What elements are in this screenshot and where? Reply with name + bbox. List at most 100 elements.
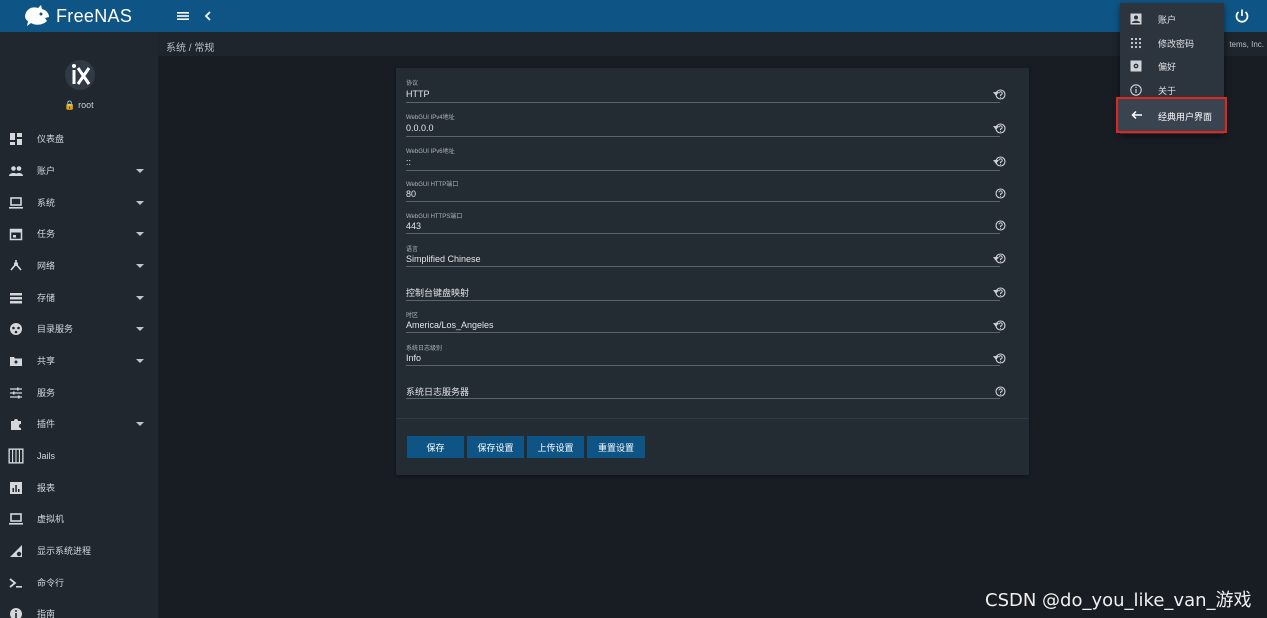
help-icon[interactable] bbox=[995, 188, 1006, 199]
dashboard-icon bbox=[10, 132, 22, 145]
upload-config-button[interactable]: 上传设置 bbox=[527, 436, 584, 458]
system-processes-icon bbox=[10, 544, 22, 557]
field-underline bbox=[406, 170, 1000, 171]
preferences-icon bbox=[1130, 60, 1142, 72]
collapse-sidebar-button[interactable] bbox=[198, 6, 218, 26]
breadcrumb-bar: 系统 / 常规 tems, Inc. bbox=[158, 32, 1267, 56]
freenas-logo-icon bbox=[25, 5, 49, 26]
help-icon[interactable] bbox=[995, 253, 1006, 264]
storage-icon bbox=[10, 292, 22, 303]
sidebar-item-network[interactable]: 网络 bbox=[0, 250, 158, 281]
copyright-text: tems, Inc. bbox=[1229, 40, 1264, 49]
menu-item-change-password[interactable]: 修改密码 bbox=[1120, 32, 1224, 54]
reporting-icon bbox=[10, 481, 22, 494]
console-keyboard-map-select[interactable]: 控制台键盘映射 bbox=[406, 276, 1000, 304]
webgui-https-port-input[interactable]: WebGUI HTTPS端口 443 bbox=[406, 209, 1000, 237]
field-value: :: bbox=[406, 157, 412, 167]
field-value: 443 bbox=[406, 221, 422, 231]
field-label: 语言 bbox=[406, 247, 419, 253]
field-underline bbox=[406, 398, 1000, 399]
sidebar-item-label: 报表 bbox=[37, 483, 56, 493]
field-underline bbox=[406, 102, 1000, 103]
sidebar-item-shell[interactable]: 命令行 bbox=[0, 567, 158, 598]
menu-item-label: 修改密码 bbox=[1158, 38, 1195, 49]
protocol-select[interactable]: 协议 HTTP bbox=[406, 76, 1000, 104]
menu-item-preferences[interactable]: 偏好 bbox=[1120, 55, 1224, 77]
help-icon[interactable] bbox=[995, 353, 1006, 364]
field-label: WebGUI HTTPS端口 bbox=[406, 214, 463, 220]
field-underline bbox=[406, 233, 1000, 234]
chevron-left-icon bbox=[204, 11, 211, 21]
power-button[interactable] bbox=[1233, 7, 1251, 25]
save-button[interactable]: 保存 bbox=[407, 436, 464, 458]
power-icon bbox=[1235, 9, 1249, 23]
sidebar-item-label: 网络 bbox=[37, 261, 56, 271]
webgui-ipv4-select[interactable]: WebGUI IPv4地址 0.0.0.0 bbox=[406, 110, 1000, 138]
help-icon[interactable] bbox=[995, 287, 1006, 298]
field-label: 系统日志级别 bbox=[406, 346, 443, 352]
sidebar-item-plugins[interactable]: 插件 bbox=[0, 408, 158, 439]
sidebar-item-label: 显示系统进程 bbox=[37, 546, 92, 556]
webgui-http-port-input[interactable]: WebGUI HTTP端口 80 bbox=[406, 177, 1000, 205]
field-label: WebGUI HTTP端口 bbox=[406, 182, 459, 188]
syslog-server-input[interactable]: 系统日志服务器 bbox=[406, 375, 1000, 403]
field-label: WebGUI IPv4地址 bbox=[406, 115, 455, 121]
jails-icon bbox=[8, 447, 24, 464]
sidebar-item-dashboard[interactable]: 仪表盘 bbox=[0, 123, 158, 154]
sharing-icon bbox=[10, 356, 22, 366]
help-icon[interactable] bbox=[995, 220, 1006, 231]
sidebar-item-label: 存储 bbox=[37, 293, 56, 303]
sidebar-item-label: 任务 bbox=[37, 229, 56, 239]
lock-icon: 🔒 bbox=[64, 100, 76, 110]
menu-item-legacy-ui[interactable]: 经典用户界面 bbox=[1116, 97, 1227, 133]
brand[interactable]: FreeNAS bbox=[0, 0, 158, 32]
menu-toggle-button[interactable] bbox=[173, 6, 193, 26]
sidebar-item-services[interactable]: 服务 bbox=[0, 377, 158, 408]
field-value: Info bbox=[406, 353, 422, 363]
form-divider bbox=[396, 418, 1029, 419]
help-icon[interactable] bbox=[995, 156, 1006, 167]
sidebar-item-virtual-machines[interactable]: 虚拟机 bbox=[0, 503, 158, 534]
help-icon[interactable] bbox=[995, 320, 1006, 331]
sidebar-item-reporting[interactable]: 报表 bbox=[0, 472, 158, 503]
help-icon[interactable] bbox=[995, 386, 1006, 397]
field-placeholder: 控制台键盘映射 bbox=[406, 288, 470, 298]
field-underline bbox=[406, 300, 1000, 301]
sidebar-item-accounts[interactable]: 账户 bbox=[0, 155, 158, 186]
current-user: 🔒 root bbox=[0, 100, 158, 111]
field-value: America/Los_Angeles bbox=[406, 320, 494, 330]
network-icon bbox=[10, 259, 22, 271]
field-underline bbox=[406, 266, 1000, 267]
sidebar-item-jails[interactable]: Jails bbox=[0, 440, 158, 471]
sidebar-item-guide[interactable]: 指南 bbox=[0, 598, 158, 618]
shell-icon bbox=[9, 577, 22, 588]
help-icon[interactable] bbox=[995, 89, 1006, 100]
language-select[interactable]: 语言 Simplified Chinese bbox=[406, 242, 1000, 270]
virtual-machines-icon bbox=[9, 512, 23, 525]
sidebar-item-directory-services[interactable]: 目录服务 bbox=[0, 313, 158, 344]
timezone-select[interactable]: 时区 America/Los_Angeles bbox=[406, 308, 1000, 336]
sidebar-item-label: 虚拟机 bbox=[37, 514, 65, 524]
sidebar-item-system[interactable]: 系统 bbox=[0, 187, 158, 218]
syslog-level-select[interactable]: 系统日志级别 Info bbox=[406, 341, 1000, 369]
field-label: 时区 bbox=[406, 313, 419, 319]
sidebar-item-label: 仪表盘 bbox=[37, 134, 65, 144]
save-config-button[interactable]: 保存设置 bbox=[467, 436, 524, 458]
menu-item-account[interactable]: 账户 bbox=[1120, 8, 1224, 30]
breadcrumb[interactable]: 系统 / 常规 bbox=[166, 39, 214, 54]
sidebar-item-label: 目录服务 bbox=[37, 324, 74, 334]
field-value: 0.0.0.0 bbox=[406, 123, 434, 133]
directory-services-icon bbox=[10, 322, 22, 335]
reset-config-button[interactable]: 重置设置 bbox=[587, 436, 645, 458]
field-underline bbox=[406, 201, 1000, 202]
webgui-ipv6-select[interactable]: WebGUI IPv6地址 :: bbox=[406, 144, 1000, 172]
help-icon[interactable] bbox=[995, 123, 1006, 134]
sidebar-item-storage[interactable]: 存储 bbox=[0, 282, 158, 313]
sidebar-item-sharing[interactable]: 共享 bbox=[0, 345, 158, 376]
sidebar-item-system-processes[interactable]: 显示系统进程 bbox=[0, 535, 158, 566]
sidebar-item-label: 指南 bbox=[37, 609, 56, 618]
menu-item-label: 账户 bbox=[1158, 14, 1177, 25]
watermark-text: CSDN @do_you_like_van_游戏 bbox=[985, 590, 1252, 611]
sidebar-item-tasks[interactable]: 任务 bbox=[0, 218, 158, 249]
sidebar-item-label: 账户 bbox=[37, 166, 56, 176]
